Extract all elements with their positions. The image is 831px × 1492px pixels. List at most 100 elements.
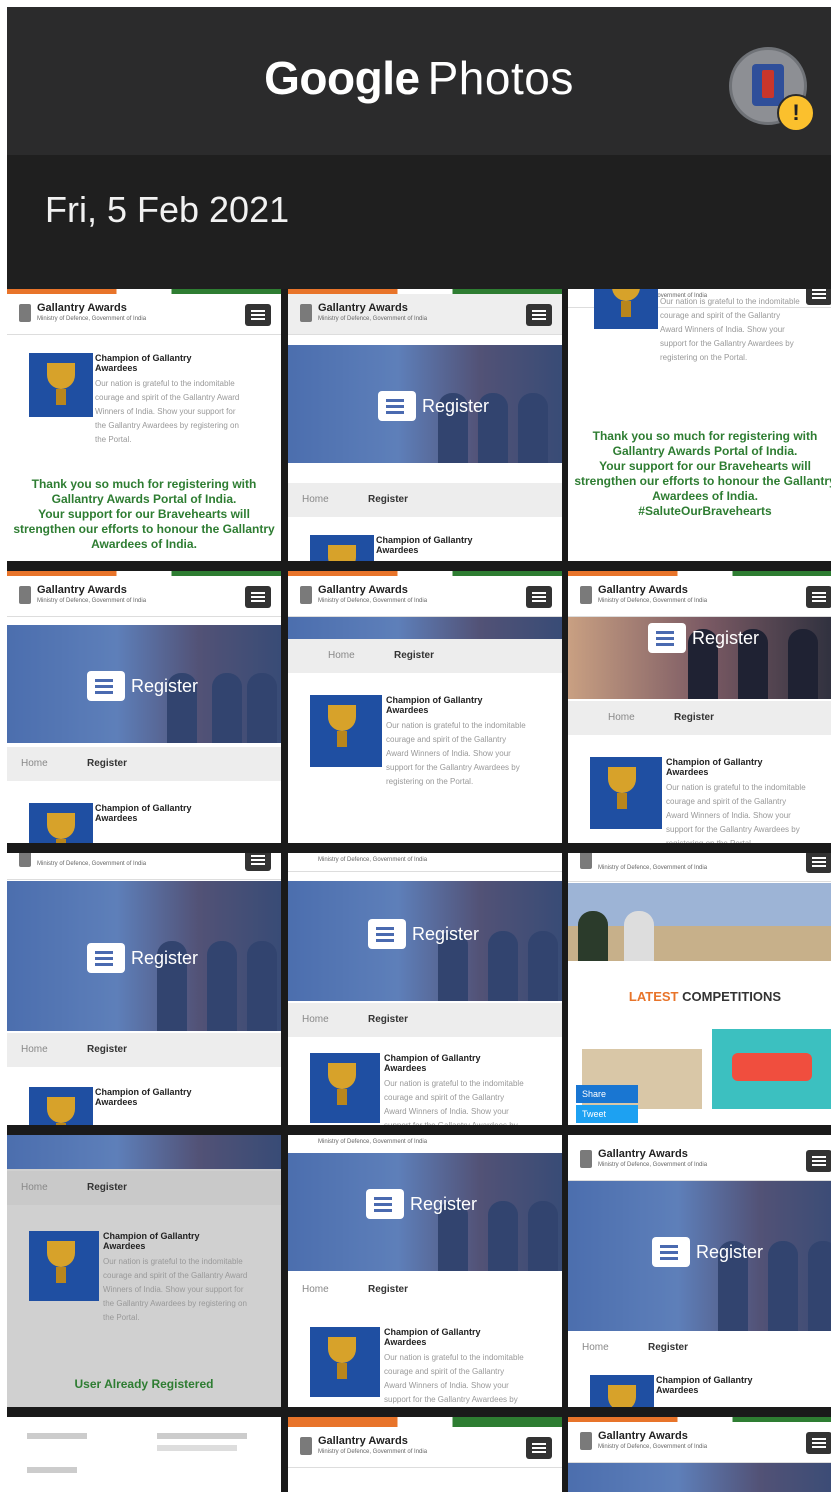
register-title: Register <box>410 1193 478 1214</box>
register-icon <box>652 1237 690 1267</box>
warning-badge-icon[interactable]: ! <box>777 94 815 132</box>
emblem-icon <box>580 586 592 604</box>
breadcrumb: Home Register <box>7 1171 281 1205</box>
trophy-icon <box>29 1087 93 1125</box>
text-line <box>157 1433 247 1439</box>
breadcrumb-home: Home <box>582 1342 609 1353</box>
tricolor-strip <box>288 1417 562 1427</box>
breadcrumb-register: Register <box>368 1284 409 1295</box>
competitions-label: COMPETITIONS <box>682 989 782 1004</box>
tweet-button[interactable]: Tweet <box>576 1105 638 1123</box>
site-subtitle: Ministry of Defence, Government of India <box>318 1139 428 1145</box>
trophy-icon <box>590 757 662 829</box>
champion-card: Our nation is grateful to the indomitabl… <box>594 289 831 385</box>
breadcrumb-home: Home <box>328 650 355 661</box>
photo-thumbnail[interactable]: Ministry of Defence, Government of India… <box>288 853 562 1125</box>
register-icon <box>378 391 416 421</box>
champion-card: Champion of Gallantry Awardees <box>310 535 550 561</box>
card-text: Our nation is grateful to the indomitabl… <box>666 783 806 843</box>
breadcrumb-home: Home <box>302 494 329 505</box>
photo-thumbnail[interactable]: Gallantry Awards Ministry of Defence, Gov… <box>288 1417 562 1492</box>
card-text: Our nation is grateful to the indomitabl… <box>386 721 526 786</box>
hero-banner: Register <box>288 1153 562 1271</box>
trophy-icon <box>29 803 93 843</box>
site-header: Gallantry Awards Ministry of Defence, Gov… <box>288 294 562 335</box>
photo-thumbnail[interactable]: Ministry of Defence, Government of India… <box>568 289 831 561</box>
champion-card: Champion of Gallantry Awardees Our nation… <box>310 695 550 815</box>
brand-photos: Photos <box>427 52 574 104</box>
photo-thumbnail[interactable]: Home Register Champion of Gallantry Award… <box>7 1135 281 1407</box>
hero-overlay <box>7 1135 281 1169</box>
card-title: Champion of Gallantry Awardees <box>656 1375 753 1395</box>
card-title: Champion of Gallantry Awardees <box>376 535 473 555</box>
site-subtitle: Ministry of Defence, Government of India <box>318 857 428 863</box>
site-header: Gallantry Awards Ministry of Defence, Gov… <box>568 1140 831 1181</box>
site-subtitle: Ministry of Defence, Government of India <box>318 598 428 604</box>
champion-card: Champion of Gallantry Awardees Our nation… <box>310 1053 550 1125</box>
breadcrumb: Home Register <box>288 1273 562 1307</box>
photo-thumbnail[interactable]: Gallantry Awards Ministry of Defence, Gov… <box>568 1417 831 1492</box>
register-icon <box>648 623 686 653</box>
trophy-icon <box>29 1231 99 1301</box>
site-header: Gallantry Awards Ministry of Defence, Gov… <box>288 1427 562 1468</box>
site-header: Gallantry Awards Ministry of Defence, Gov… <box>568 1422 831 1463</box>
photo-thumbnail[interactable]: Gallantry Awards Ministry of Defence, Gov… <box>568 1135 831 1407</box>
trophy-icon <box>594 289 658 329</box>
selfie-card[interactable] <box>712 1029 831 1109</box>
photo-thumbnail[interactable]: Ministry of Defence, Government of India… <box>568 853 831 1125</box>
breadcrumb-register: Register <box>674 712 715 723</box>
breadcrumb-register: Register <box>648 1342 689 1353</box>
app-title: Google Photos <box>7 51 831 105</box>
card-title: Champion of Gallantry Awardees <box>384 1053 481 1073</box>
menu-icon <box>245 586 271 608</box>
trophy-icon <box>310 695 382 767</box>
breadcrumb: Home Register <box>568 701 831 735</box>
register-banner: Register <box>378 389 489 423</box>
register-icon <box>87 943 125 973</box>
champion-card: Champion of Gallantry Awardees Our nation… <box>29 1231 269 1351</box>
emblem-icon <box>300 304 312 322</box>
card-title: Champion of Gallantry Awardees <box>103 1231 200 1251</box>
emblem-icon <box>580 1432 592 1450</box>
card-title: Champion of Gallantry Awardees <box>95 353 192 373</box>
support-text: Your support for our Bravehearts will st… <box>13 507 275 551</box>
emblem-icon <box>580 853 592 869</box>
menu-icon <box>245 304 271 326</box>
menu-icon <box>526 1437 552 1459</box>
site-subtitle: Ministry of Defence, Government of India <box>318 1449 428 1455</box>
photo-thumbnail[interactable]: Gallantry Awards Ministry of Defence, Gov… <box>288 571 562 843</box>
photo-thumbnail[interactable]: Ministry of Defence, Government of India… <box>288 1135 562 1407</box>
card-title: Champion of Gallantry Awardees <box>386 695 483 715</box>
site-subtitle: Ministry of Defence, Government of India <box>598 1162 708 1168</box>
champion-card: Champion of Gallantry Awardees Our nation… <box>310 1327 550 1407</box>
photo-thumbnail[interactable]: Gallantry Awards Ministry of Defence, Gov… <box>568 571 831 843</box>
breadcrumb-register: Register <box>87 1182 128 1193</box>
emblem-icon <box>300 586 312 604</box>
photo-thumbnail[interactable]: Gallantry Awards Ministry of Defence, Gov… <box>288 289 562 561</box>
trophy-icon <box>29 353 93 417</box>
breadcrumb-register: Register <box>368 1014 409 1025</box>
photo-grid: Gallantry Awards Ministry of Defence, Gov… <box>7 289 831 1492</box>
breadcrumb: Home Register <box>7 1033 281 1067</box>
text-line <box>27 1433 87 1439</box>
photo-thumbnail[interactable]: Gallantry Awards Ministry of Defence, Gov… <box>7 289 281 561</box>
trophy-icon <box>590 1375 654 1407</box>
trophy-icon <box>310 1053 380 1123</box>
menu-icon <box>806 1432 831 1454</box>
card-title: Champion of Gallantry Awardees <box>384 1327 481 1347</box>
site-title: Gallantry Awards <box>37 302 127 314</box>
register-banner: Register <box>87 941 198 975</box>
site-title: Gallantry Awards <box>598 1148 688 1160</box>
emblem-icon <box>19 586 31 604</box>
date-section: Fri, 5 Feb 2021 <box>7 155 831 289</box>
breadcrumb: Home Register <box>7 747 281 781</box>
photo-thumbnail[interactable]: Ministry of Defence, Government of India… <box>7 853 281 1125</box>
breadcrumb-home: Home <box>21 1044 48 1055</box>
selfie-badge <box>732 1053 812 1081</box>
site-subtitle: Ministry of Defence, Government of India <box>318 316 428 322</box>
photo-thumbnail[interactable] <box>7 1417 281 1492</box>
menu-icon <box>806 853 831 873</box>
photo-thumbnail[interactable]: Gallantry Awards Ministry of Defence, Gov… <box>7 571 281 843</box>
share-button[interactable]: Share <box>576 1085 638 1103</box>
card-title: Champion of Gallantry Awardees <box>95 1087 192 1107</box>
